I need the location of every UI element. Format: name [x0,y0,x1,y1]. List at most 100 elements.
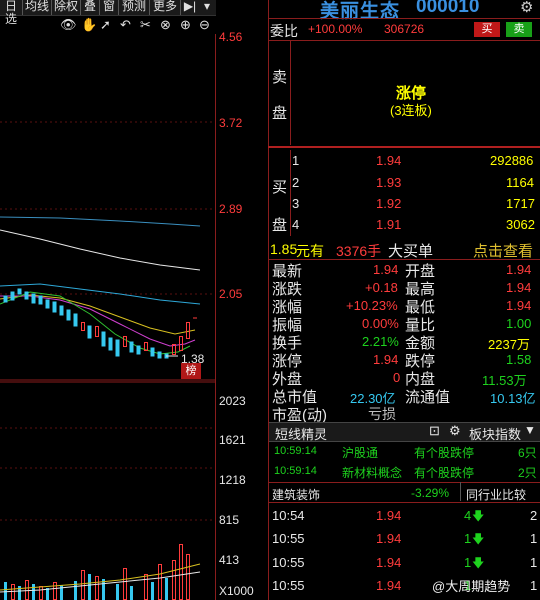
event-time: 10:59:14 [274,445,317,457]
hand-icon[interactable]: ✋ [81,17,97,33]
quote-value: 1.94 [506,262,532,277]
quote-value: +10.23% [346,298,398,313]
kline-chart[interactable] [0,34,216,600]
zoom-in-icon[interactable]: ⊕ [180,17,191,33]
divider [268,482,540,483]
sell-side-label: 盘 [272,105,288,122]
event-desc: 有个股跌停 [414,446,475,460]
bid-volume: 1164 [506,175,534,190]
chart-toolbar: 日选 均线 除权 叠 窗 预测 更多 ▶| ▾ [0,0,216,26]
short-line-header: 短线精灵 ⊡ ⚙ 板块指数 ▼ [269,422,540,442]
gear-icon[interactable]: ⚙ [449,423,461,439]
sell-side-label: 卖 [272,69,288,86]
short-line-title: 短线精灵 [275,427,328,442]
event-time: 10:59:14 [274,465,317,477]
quote-value: 2.21% [362,334,399,349]
big-order-volume: 3376手 [336,243,382,259]
toolbar-window[interactable]: 窗 [100,0,119,15]
rank-badge[interactable]: 榜 [181,363,201,379]
volume-axis-label: 815 [219,513,240,527]
quote-value: 10.13亿 [490,391,536,406]
sell-button[interactable]: 卖 [506,22,532,37]
scissors-icon[interactable]: ✂ [140,17,151,33]
bid-level: 1 [292,153,300,168]
window-icon[interactable]: ⊡ [429,423,440,439]
toolbar-daily-select[interactable]: 日选 [0,0,23,26]
stock-code: 000010 [416,0,480,17]
sector-change: -3.29% [411,486,450,500]
volume-axis-label: 1621 [219,433,246,447]
divider [268,502,540,503]
volume-axis-label: 2023 [219,394,246,408]
event-count: 6只 [518,446,537,460]
quote-value: 1.00 [506,316,532,331]
bid-price: 1.93 [376,175,402,190]
big-order-price: 1.85 [270,241,298,257]
tick-time: 10:54 [272,508,305,523]
limit-up-streak: (3连板) [390,103,432,118]
toolbar-ma[interactable]: 均线 [23,0,52,15]
price-axis-label: 4.56 [219,30,243,44]
industry-compare[interactable]: 同行业比较 [466,486,526,503]
big-order-label: 大买单 [388,243,434,260]
tick-count: 2 [530,508,538,523]
tick-price: 1.94 [376,508,402,523]
stock-name: 美丽生态 [320,1,401,22]
quote-value: 1.94 [506,298,532,313]
price-axis-label: 2.89 [219,202,243,216]
tick-volume: 1 [464,531,472,546]
quote-value: 0 [393,370,401,385]
down-arrow-icon: 🡇 [472,509,485,523]
sector-name[interactable]: 建筑装饰 [272,486,320,503]
toolbar-dropdown-icon[interactable]: ▾ [200,0,214,15]
divider [268,259,540,260]
panel-divider [268,0,269,600]
bid-level: 4 [292,217,300,232]
toolbar-goto-icon[interactable]: ▶| [182,0,198,15]
tick-count: 1 [530,578,538,593]
quote-key: 流通值 [405,389,451,406]
divider [290,150,291,236]
tick-price: 1.94 [376,578,402,593]
divider [268,40,540,41]
event-sector[interactable]: 沪股通 [342,444,378,461]
tick-count: 1 [530,531,538,546]
bid-volume: 292886 [490,153,534,168]
quote-value: 1.94 [373,262,399,277]
quote-value: 0.00% [362,316,399,331]
undo-icon[interactable]: ↶ [120,17,131,33]
chevron-down-icon[interactable]: ▼ [524,423,536,437]
quote-value: +0.18 [365,280,398,295]
toolbar-more[interactable]: 更多 [150,0,181,15]
buy-side-label: 买 [272,179,288,196]
close-icon[interactable]: ⊗ [160,17,171,33]
eye-icon[interactable]: 👁 [60,17,77,33]
event-sector[interactable]: 新材料概念 [342,464,402,481]
down-arrow-icon: 🡇 [472,532,485,546]
quote-value: 亏损 [368,406,396,422]
quote-value: 2237万 [488,337,530,352]
big-order-unit: 元有 [296,243,324,259]
toolbar-forecast[interactable]: 预测 [119,0,150,15]
quote-panel: 美丽生态 000010 ⚙ 委比 +100.00% 306726 买 卖 卖 盘… [268,0,540,600]
bid-price: 1.94 [376,153,402,168]
toolbar-exright[interactable]: 除权 [52,0,81,15]
quote-value: 1.94 [506,280,532,295]
buy-button[interactable]: 买 [474,22,500,37]
event-count: 2只 [518,466,537,480]
quote-value: 1.94 [373,352,399,367]
divider [290,41,291,145]
price-axis-label: 2.05 [219,287,243,301]
gear-icon[interactable]: ⚙ [520,0,533,16]
zoom-out-icon[interactable]: ⊖ [199,17,210,33]
divider [268,146,540,148]
bid-level: 2 [292,175,300,190]
toolbar-overlay[interactable]: 叠 [81,0,100,15]
bid-price: 1.92 [376,196,402,211]
pointer-icon[interactable]: ➚ [100,17,111,33]
big-order-link[interactable]: 点击查看 [473,240,533,261]
sector-index-label[interactable]: 板块指数 [469,424,521,443]
watermark: @大周期趋势 [432,579,511,594]
divider [268,18,540,19]
event-desc: 有个股跌停 [414,466,475,480]
